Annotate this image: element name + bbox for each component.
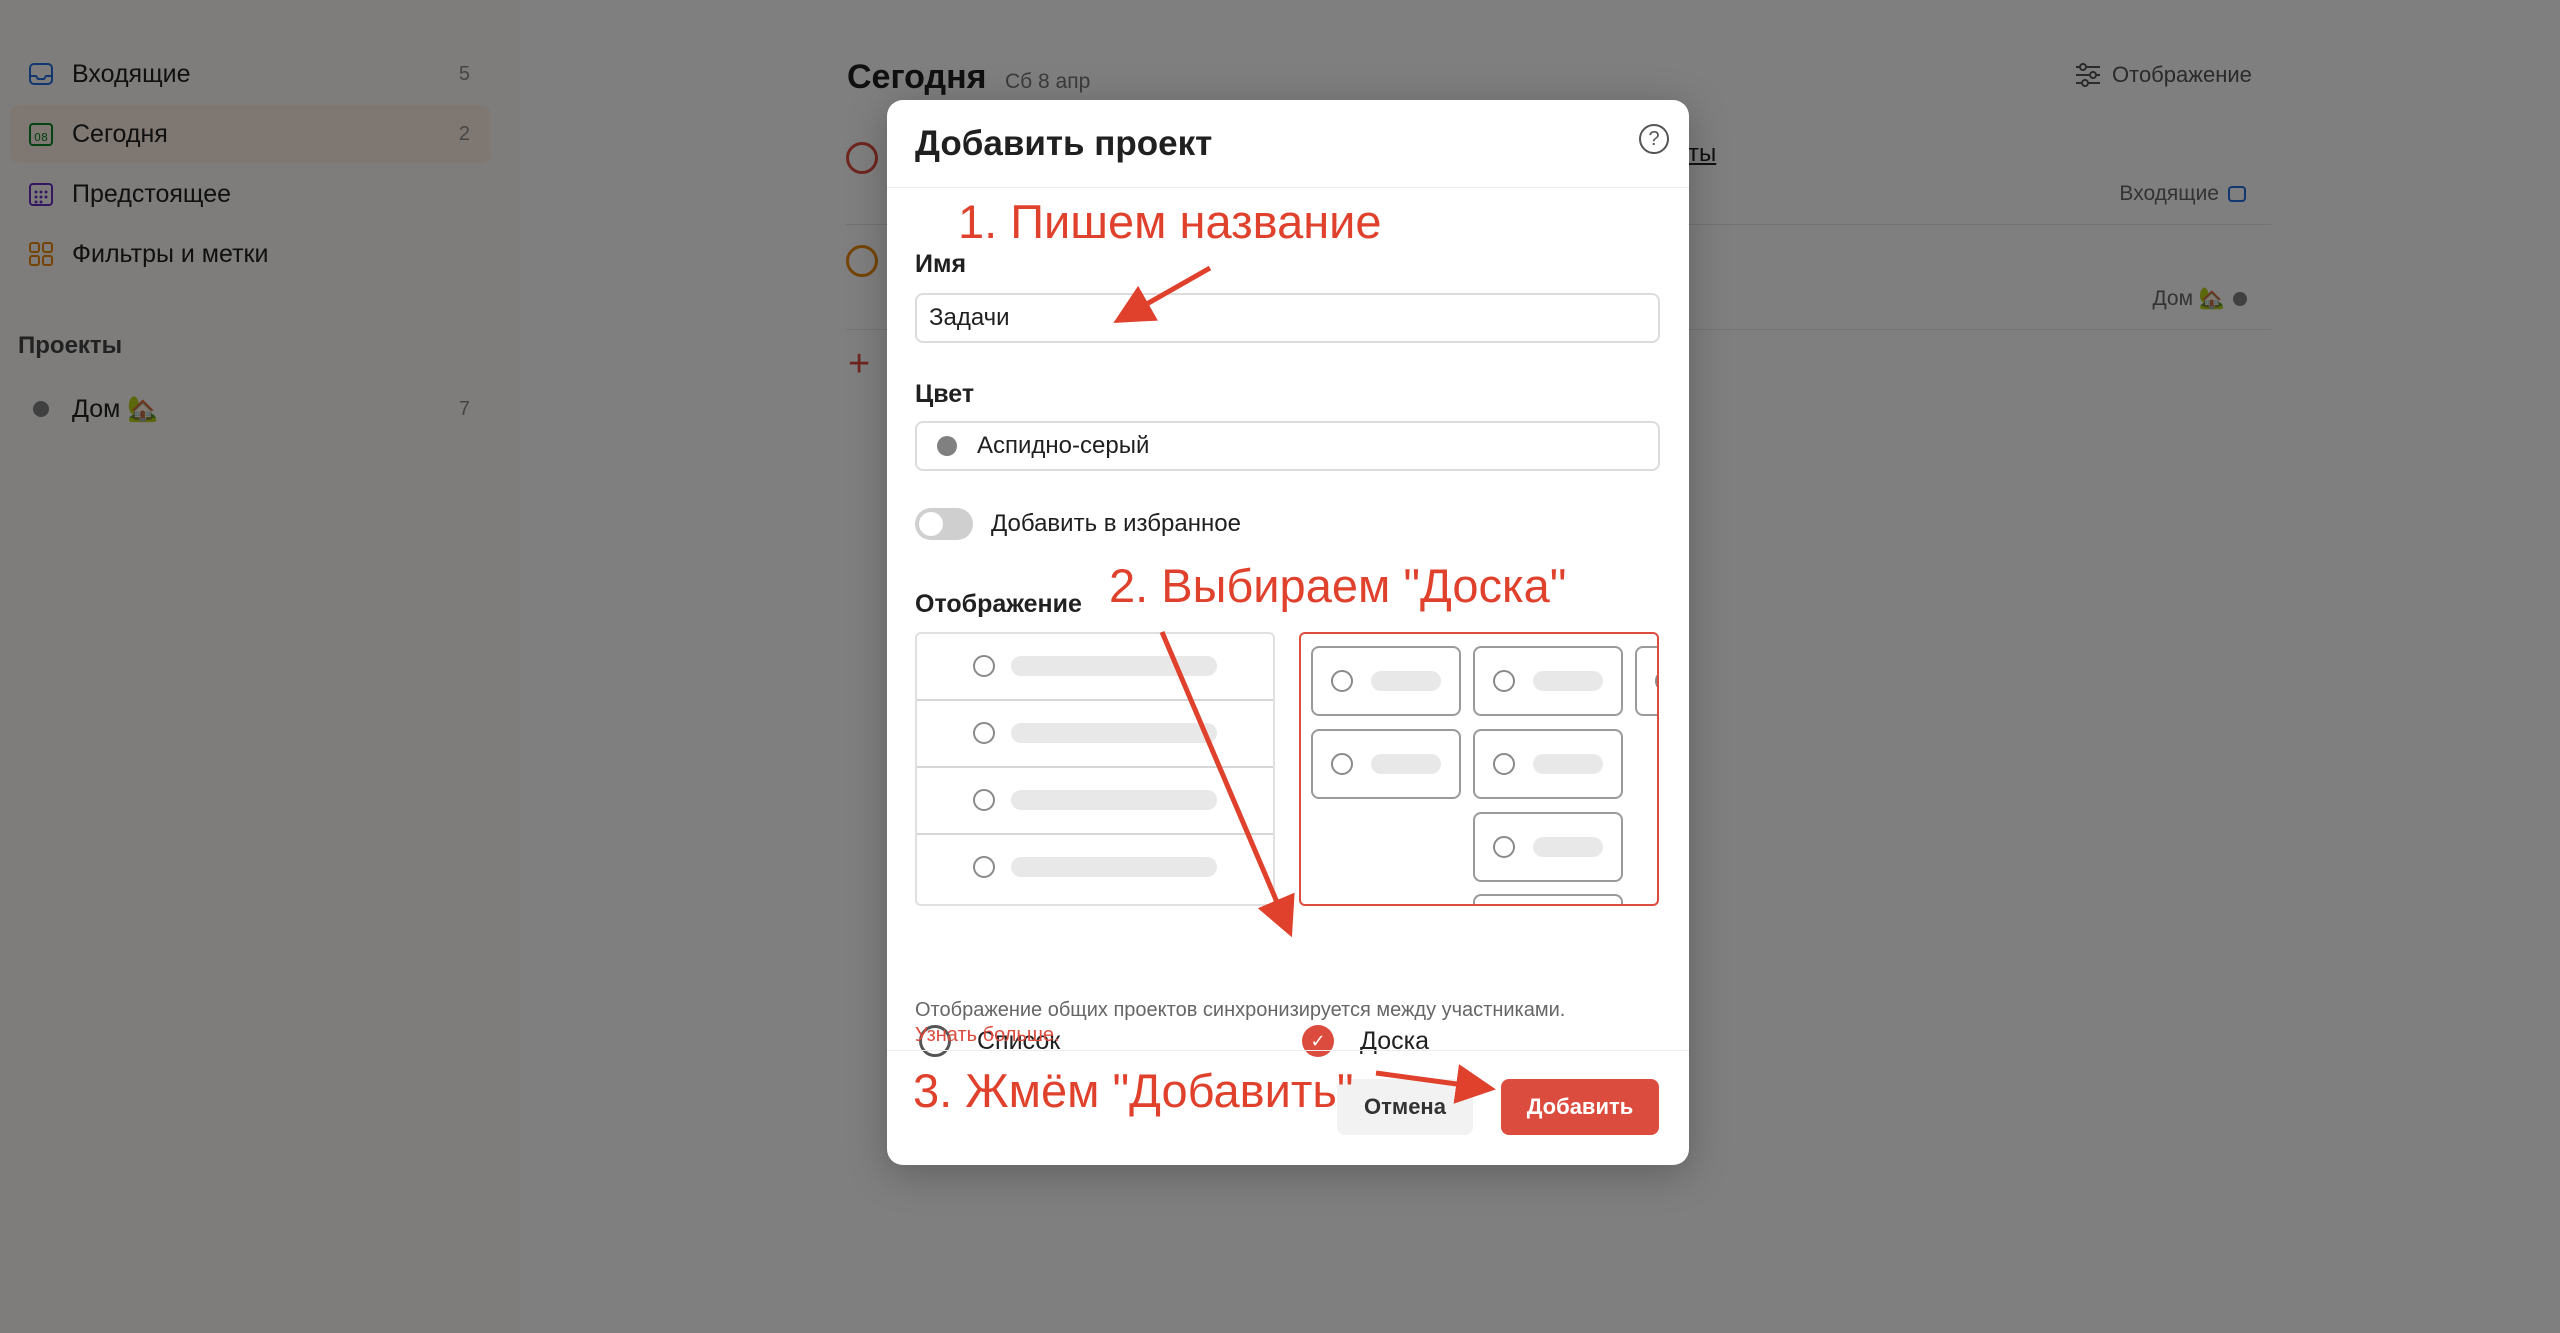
list-layout-preview[interactable]	[915, 632, 1275, 906]
preview-radio-icon	[1331, 670, 1353, 692]
preview-radio-icon	[973, 856, 995, 878]
preview-bar	[1011, 790, 1217, 810]
project-name-input[interactable]: Задачи	[915, 293, 1660, 343]
list-preview-row	[917, 634, 1273, 701]
board-preview-card	[1311, 729, 1461, 799]
board-preview-card	[1311, 646, 1461, 716]
preview-radio-icon	[1331, 753, 1353, 775]
favorite-toggle-row[interactable]: Добавить в избранное	[915, 508, 1241, 540]
preview-bar	[1533, 754, 1603, 774]
preview-radio-icon	[1655, 670, 1657, 692]
annotation-step-1: 1. Пишем название	[958, 195, 1382, 248]
preview-bar	[1371, 671, 1441, 691]
view-label: Отображение	[915, 590, 1082, 618]
annotation-step-3: 3. Жмём "Добавить"	[913, 1064, 1354, 1117]
board-preview-card	[1473, 646, 1623, 716]
preview-radio-icon	[973, 789, 995, 811]
preview-radio-icon	[1493, 753, 1515, 775]
learn-more-link[interactable]: Узнать больше.	[915, 1024, 1060, 1046]
name-label: Имя	[915, 250, 967, 278]
favorite-label: Добавить в избранное	[991, 510, 1241, 537]
preview-radio-icon	[1493, 836, 1515, 858]
color-label: Цвет	[915, 380, 975, 408]
preview-radio-icon	[973, 655, 995, 677]
dialog-title: Добавить проект	[915, 124, 1213, 163]
favorite-toggle[interactable]	[915, 508, 973, 540]
add-button[interactable]: Добавить	[1501, 1079, 1659, 1135]
preview-bar	[1533, 837, 1603, 857]
preview-bar	[1533, 671, 1603, 691]
project-name-value: Задачи	[929, 304, 1010, 331]
add-project-dialog: Добавить проект ? Имя Задачи Цвет Аспидн…	[887, 100, 1689, 1165]
view-sync-note: Отображение общих проектов синхронизируе…	[915, 998, 1615, 1048]
list-preview-row	[917, 701, 1273, 768]
help-icon[interactable]: ?	[1639, 124, 1669, 154]
board-preview-card	[1635, 646, 1657, 716]
preview-bar	[1011, 656, 1217, 676]
board-layout-preview[interactable]	[1299, 632, 1659, 906]
board-preview-card	[1473, 894, 1623, 904]
preview-bar	[1371, 754, 1441, 774]
color-select[interactable]: Аспидно-серый	[915, 421, 1660, 471]
cancel-button[interactable]: Отмена	[1337, 1079, 1473, 1135]
board-preview-card	[1473, 812, 1623, 882]
view-sync-note-text: Отображение общих проектов синхронизируе…	[915, 999, 1566, 1021]
preview-radio-icon	[973, 722, 995, 744]
annotation-step-2: 2. Выбираем "Доска"	[1109, 559, 1567, 612]
color-swatch-icon	[937, 436, 957, 456]
board-preview-card	[1473, 729, 1623, 799]
color-value: Аспидно-серый	[977, 432, 1150, 459]
dialog-header: Добавить проект ?	[887, 100, 1689, 188]
preview-bar	[1011, 723, 1217, 743]
list-preview-row	[917, 835, 1273, 902]
list-preview-row	[917, 768, 1273, 835]
preview-radio-icon	[1493, 670, 1515, 692]
preview-bar	[1011, 857, 1217, 877]
